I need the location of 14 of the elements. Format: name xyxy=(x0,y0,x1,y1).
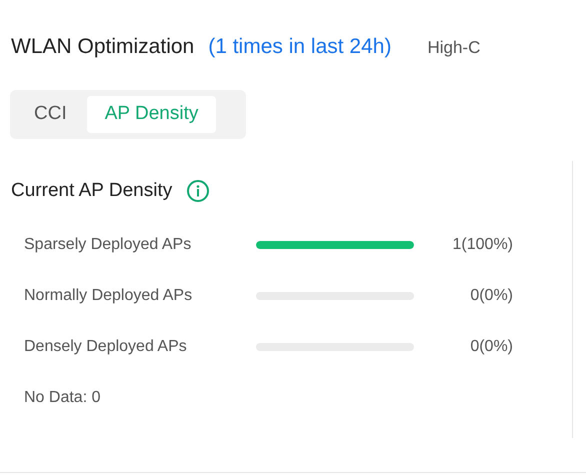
info-icon[interactable] xyxy=(186,178,210,203)
row-label: Densely Deployed APs xyxy=(24,337,188,357)
row-value: 1(100%) xyxy=(452,235,513,255)
row-label: Normally Deployed APs xyxy=(24,286,194,306)
section-title: WLAN Optimization xyxy=(11,34,194,60)
no-data-count: No Data: 0 xyxy=(24,388,102,408)
section-title: High-C xyxy=(427,37,480,59)
row-value: 0(0%) xyxy=(469,286,513,306)
row-value: 0(0%) xyxy=(469,337,513,357)
panel-title: Current AP Density xyxy=(11,178,172,202)
optimization-count-link[interactable]: (1 times in last 24h) xyxy=(208,31,392,62)
tab[interactable]: AP Density xyxy=(86,96,216,132)
row-label: Sparsely Deployed APs xyxy=(24,235,192,255)
tab[interactable]: CCI xyxy=(18,96,83,132)
